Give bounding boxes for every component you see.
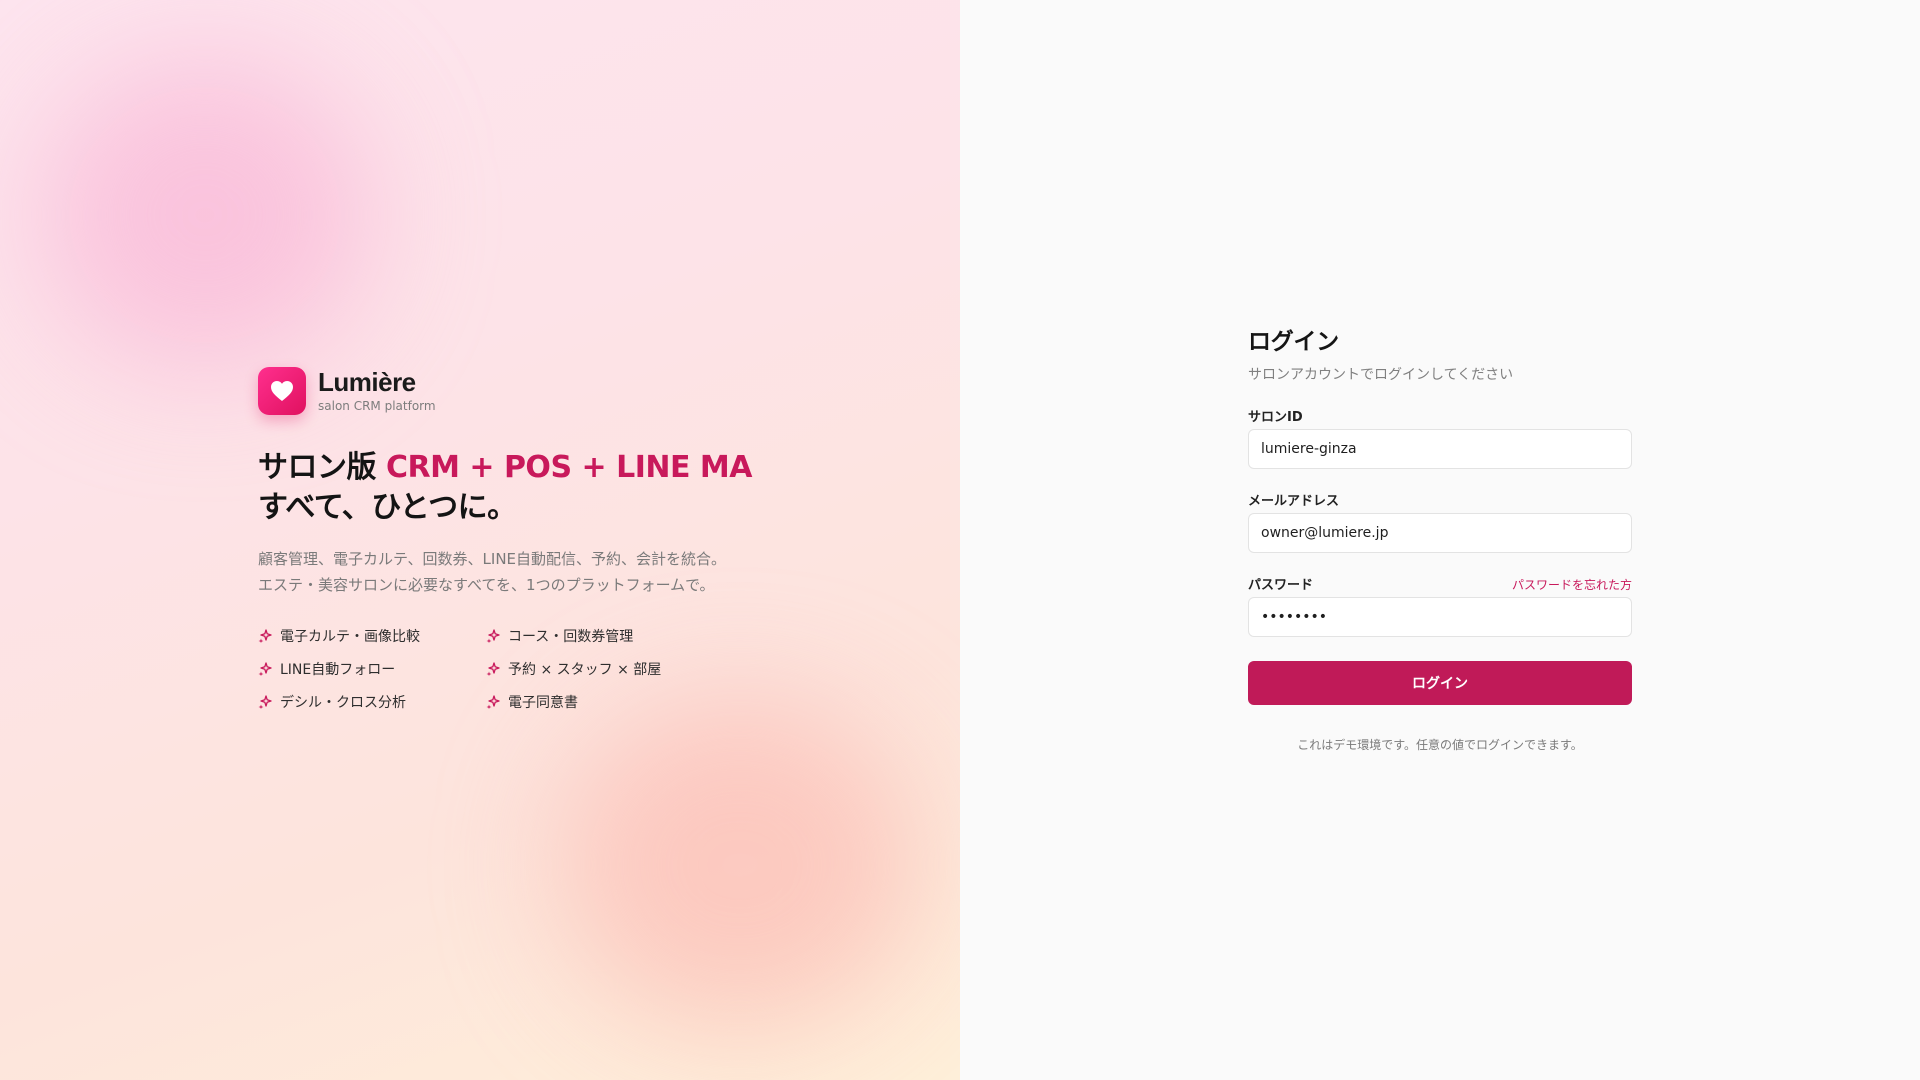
salon-id-input[interactable] [1248,429,1632,469]
feature-item: 電子カルテ・画像比較 [258,626,486,646]
salon-id-label-row: サロンID [1248,406,1632,425]
headline-line-2: すべて、ひとつに。 [258,490,517,525]
demo-notice: これはデモ環境です。任意の値でログインできます。 [1297,738,1583,752]
sparkle-icon [258,662,272,676]
sparkle-icon [486,629,500,643]
password-label-row: パスワード パスワードを忘れた方 [1248,574,1632,593]
login-page: Lumière salon CRM platform サロン版 CRM + PO… [0,0,1920,1080]
brand-text: Lumière salon CRM platform [318,367,436,413]
headline-line-1: サロン版 CRM + POS + LINE MA [258,448,758,488]
hero-headline: サロン版 CRM + POS + LINE MA すべて、ひとつに。 [258,448,758,528]
salon-id-label: サロンID [1248,410,1303,425]
headline-prefix: サロン版 [258,450,386,485]
feature-item: デシル・クロス分析 [258,692,486,712]
feature-item: コース・回数券管理 [486,626,714,646]
decorative-glow-bottom [560,700,920,1030]
hero-description: 顧客管理、電子カルテ、回数券、LINE自動配信、予約、会計を統合。 エステ・美容… [258,546,758,598]
heart-icon [258,367,306,415]
feature-label: コース・回数券管理 [508,629,634,645]
email-group: メールアドレス [1248,490,1632,553]
feature-label: 電子カルテ・画像比較 [280,629,420,645]
decorative-glow-top [40,60,370,370]
sparkle-icon [486,662,500,676]
forgot-password-link[interactable]: パスワードを忘れた方 [1512,576,1632,593]
feature-item: 予約 × スタッフ × 部屋 [486,659,714,679]
login-form: ログイン サロンアカウントでログインしてください サロンID メールアドレス パ… [1248,322,1632,753]
login-button[interactable]: ログイン [1248,661,1632,705]
feature-item: LINE自動フォロー [258,659,486,679]
password-label: パスワード [1248,578,1314,593]
hero-description-line-2: エステ・美容サロンに必要なすべてを、1つのプラットフォームで。 [258,576,715,594]
sparkle-icon [258,629,272,643]
password-input[interactable] [1248,597,1632,637]
sparkle-icon [486,695,500,709]
feature-label: LINE自動フォロー [280,662,396,678]
feature-label: デシル・クロス分析 [280,695,406,711]
feature-label: 電子同意書 [508,695,578,711]
feature-list: 電子カルテ・画像比較 コース・回数券管理 LINE自動フォロー 予約 × スタッ… [258,626,758,712]
login-title: ログイン [1248,329,1339,355]
login-subtitle: サロンアカウントでログインしてください [1248,367,1514,383]
hero-description-line-1: 顧客管理、電子カルテ、回数券、LINE自動配信、予約、会計を統合。 [258,550,727,568]
headline-accent: CRM + POS + LINE MA [385,450,753,485]
brand-name: Lumière [318,367,416,398]
email-label-row: メールアドレス [1248,490,1632,509]
brand-tagline: salon CRM platform [318,398,436,413]
hero-content: Lumière salon CRM platform サロン版 CRM + PO… [258,367,758,712]
brand: Lumière salon CRM platform [258,367,758,415]
salon-id-group: サロンID [1248,406,1632,469]
feature-item: 電子同意書 [486,692,714,712]
sparkle-icon [258,695,272,709]
password-group: パスワード パスワードを忘れた方 [1248,574,1632,637]
feature-label: 予約 × スタッフ × 部屋 [508,662,662,678]
email-input[interactable] [1248,513,1632,553]
login-panel: ログイン サロンアカウントでログインしてください サロンID メールアドレス パ… [960,0,1920,1080]
hero-panel: Lumière salon CRM platform サロン版 CRM + PO… [0,0,960,1080]
email-label: メールアドレス [1248,494,1340,509]
